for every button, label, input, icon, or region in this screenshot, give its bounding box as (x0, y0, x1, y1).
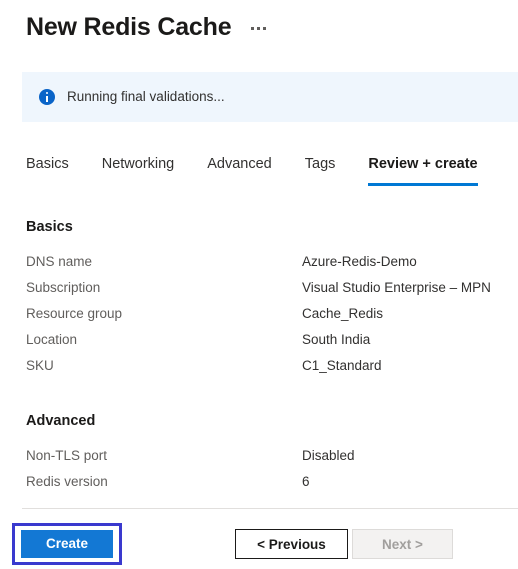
tab-networking-label: Networking (101, 156, 175, 172)
detail-key: SKU (26, 358, 54, 373)
tab-tags-label: Tags (304, 156, 336, 172)
ellipsis-icon[interactable] (249, 21, 268, 33)
validation-message: Running final validations... (67, 89, 225, 104)
detail-row-non-tls-port: Non-TLS port Disabled (26, 443, 508, 469)
detail-key: Location (26, 332, 78, 347)
previous-button[interactable]: < Previous (235, 529, 348, 559)
detail-row-subscription: Subscription Visual Studio Enterprise – … (26, 275, 508, 301)
section-advanced-heading: Advanced (26, 413, 96, 429)
ellipsis-dot-1 (251, 27, 255, 30)
tab-basics[interactable]: Basics (26, 155, 69, 186)
ellipsis-dot-2 (257, 27, 261, 30)
detail-value: Visual Studio Enterprise – MPN (302, 280, 491, 295)
detail-key: Subscription (26, 280, 101, 295)
detail-value: South India (302, 332, 371, 347)
section-advanced: Advanced Non-TLS port Disabled Redis ver… (26, 412, 508, 495)
page-title: New Redis Cache (26, 13, 232, 41)
detail-key: DNS name (26, 254, 93, 269)
tab-tags[interactable]: Tags (305, 155, 336, 186)
validation-banner: Running final validations... (22, 72, 518, 122)
detail-value: Azure-Redis-Demo (302, 254, 417, 269)
section-basics-heading: Basics (26, 219, 73, 235)
detail-value: C1_Standard (302, 358, 382, 373)
wizard-tabs: Basics Networking Advanced Tags Review +… (26, 155, 478, 186)
section-basics: Basics DNS name Azure-Redis-Demo Subscri… (26, 218, 508, 379)
tab-basics-label: Basics (26, 156, 69, 172)
detail-value: 6 (302, 474, 310, 489)
footer-divider (22, 508, 518, 509)
detail-key: Redis version (26, 474, 108, 489)
tab-review-create[interactable]: Review + create (368, 155, 478, 186)
detail-value: Cache_Redis (302, 306, 384, 321)
detail-row-sku: SKU C1_Standard (26, 353, 508, 379)
create-button[interactable]: Create (21, 530, 113, 558)
ellipsis-dot-3 (263, 27, 267, 30)
detail-row-dns-name: DNS name Azure-Redis-Demo (26, 249, 508, 275)
tab-advanced-label: Advanced (207, 156, 272, 172)
create-button-highlight: Create (12, 523, 122, 565)
detail-row-redis-version: Redis version 6 (26, 469, 508, 495)
wizard-footer: Create < Previous Next > (0, 520, 518, 569)
detail-key: Non-TLS port (26, 448, 108, 463)
detail-row-location: Location South India (26, 327, 508, 353)
detail-value: Disabled (302, 448, 355, 463)
page-header: New Redis Cache (0, 0, 518, 41)
tab-review-create-label: Review + create (368, 156, 478, 172)
tab-advanced[interactable]: Advanced (207, 155, 272, 186)
tab-networking[interactable]: Networking (102, 155, 175, 186)
detail-key: Resource group (26, 306, 123, 321)
info-icon (39, 89, 55, 105)
next-button: Next > (352, 529, 453, 559)
detail-row-resource-group: Resource group Cache_Redis (26, 301, 508, 327)
